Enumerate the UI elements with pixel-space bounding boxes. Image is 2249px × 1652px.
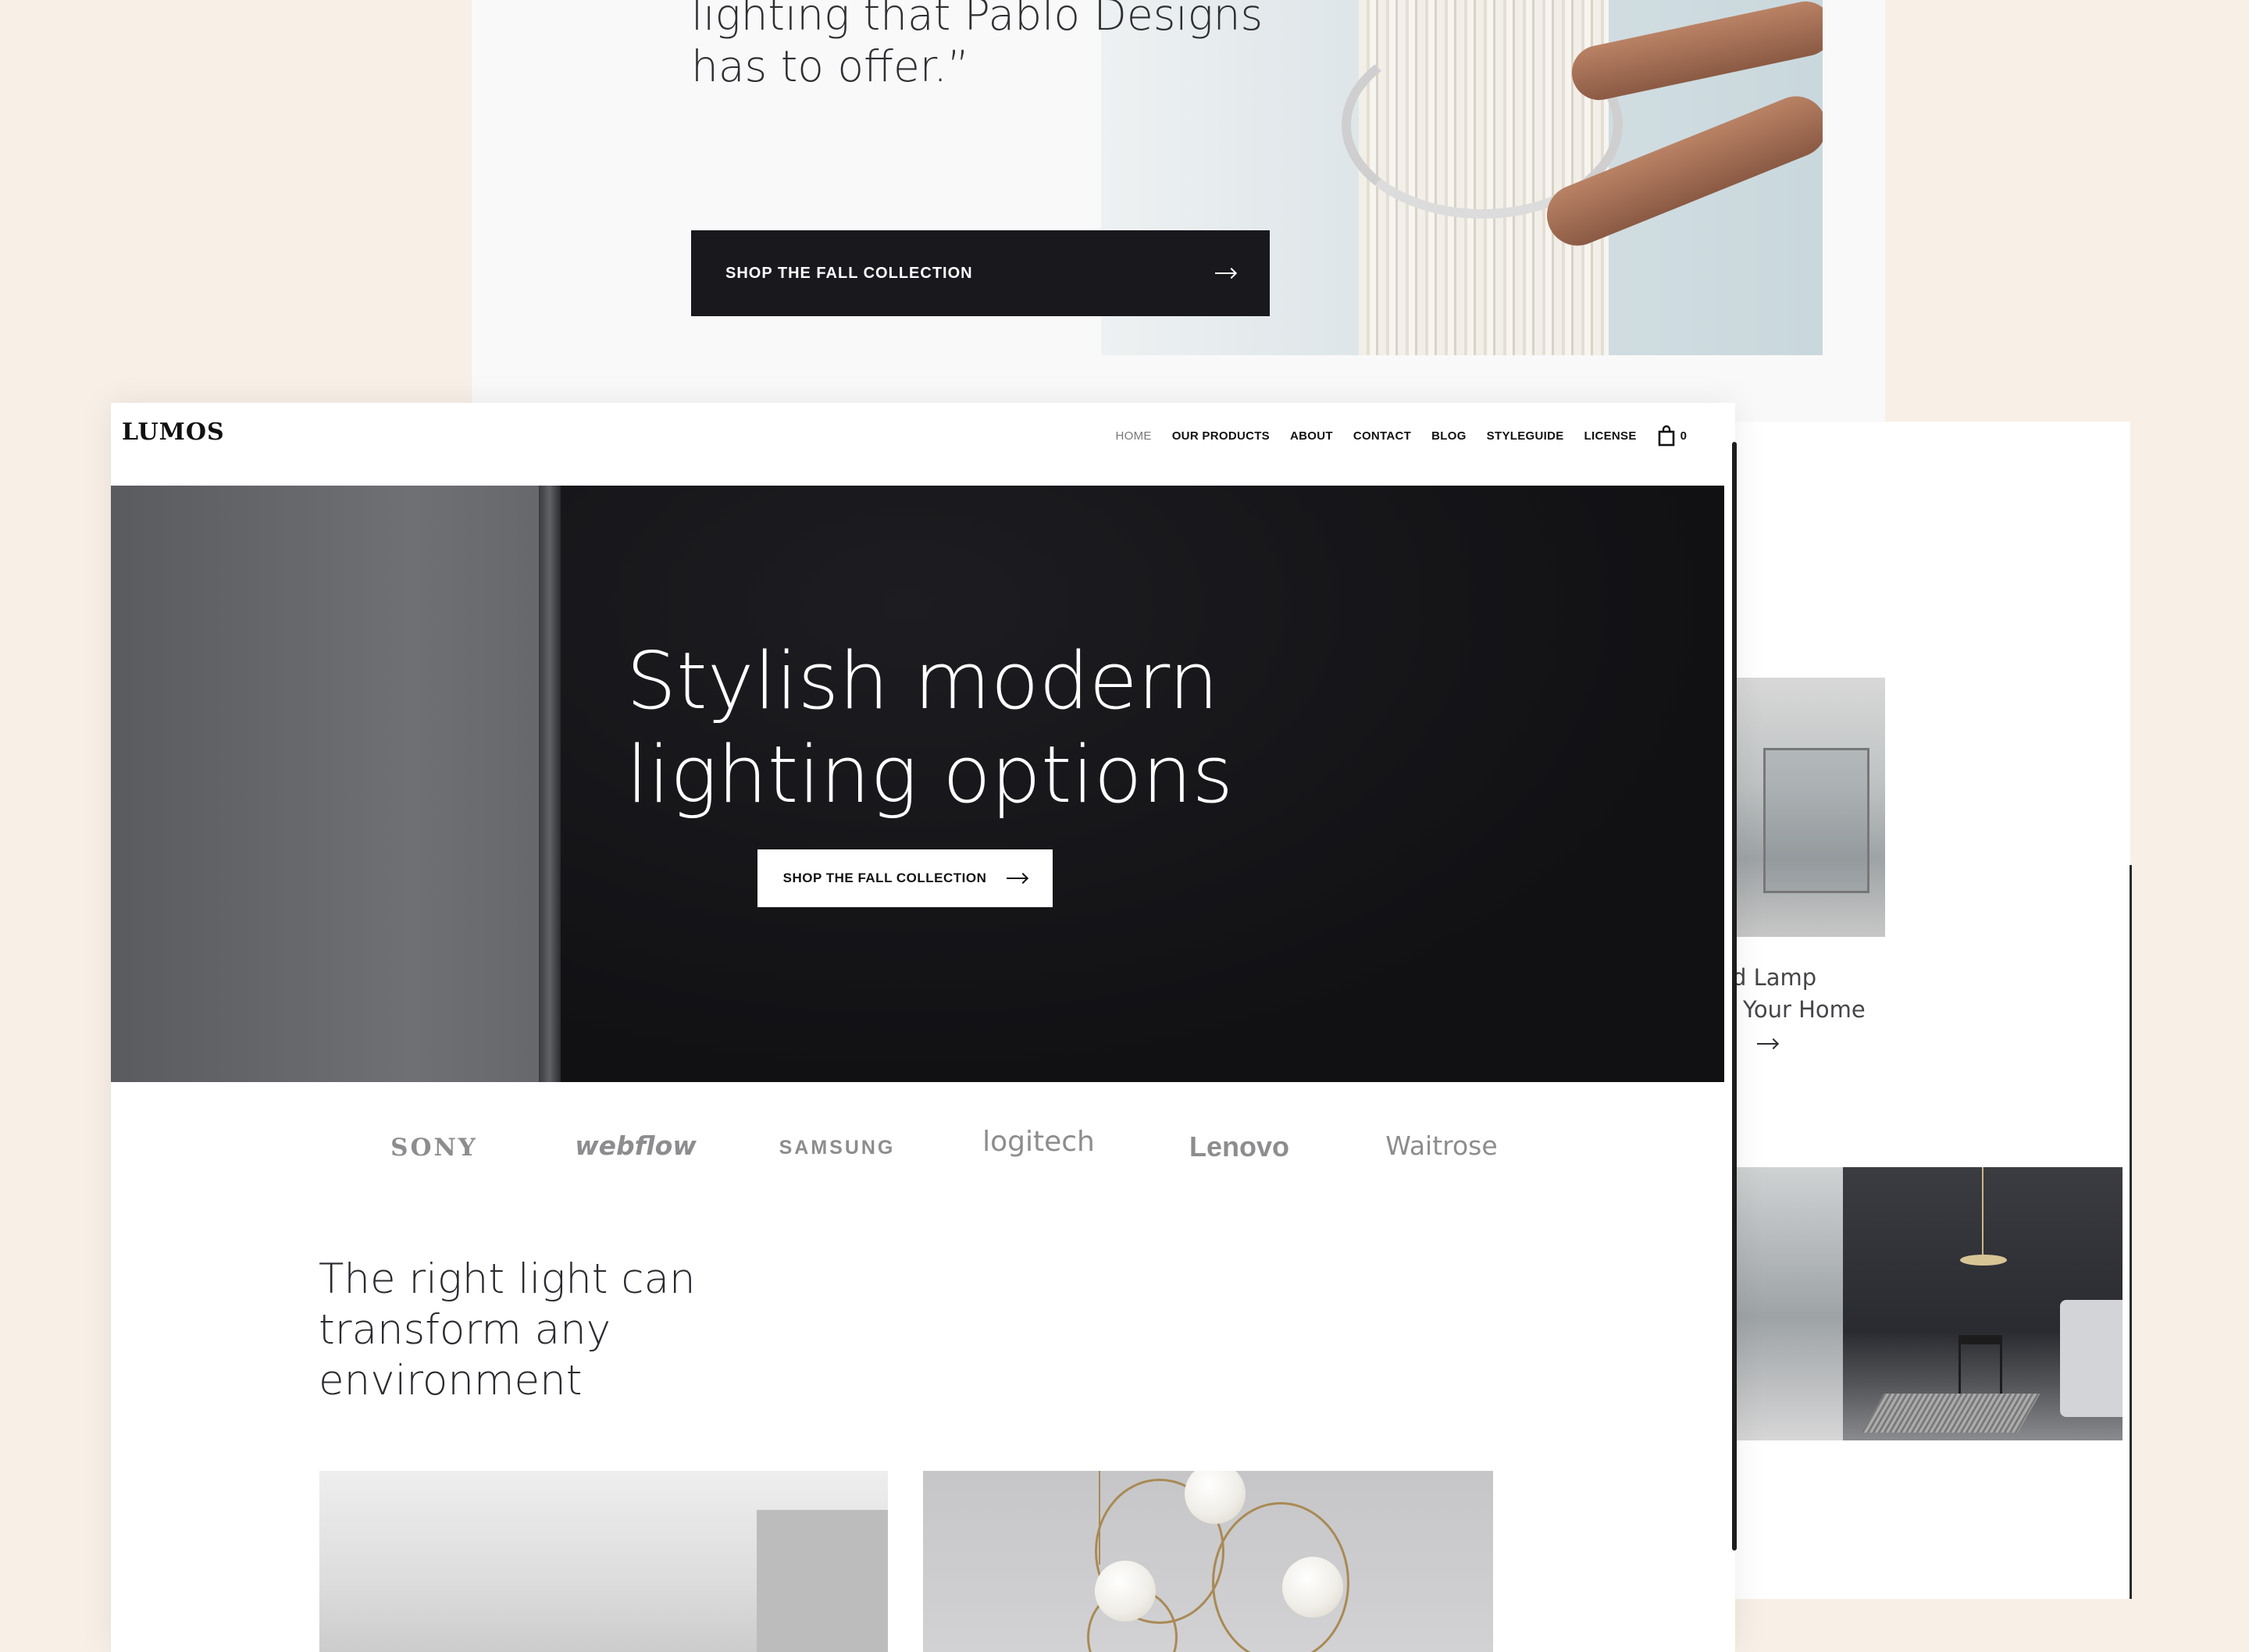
nav-styleguide[interactable]: STYLEGUIDE <box>1487 429 1564 443</box>
testimonial-quote: lighting that Pablo Designs has to offer… <box>691 0 1264 91</box>
cart-count: 0 <box>1680 429 1687 443</box>
waitrose-logo: Waitrose <box>1385 1130 1498 1161</box>
bed <box>2060 1300 2122 1417</box>
section-title: The right light can transform any enviro… <box>319 1255 696 1405</box>
nav-about[interactable]: ABOUT <box>1290 429 1333 443</box>
nav-blog[interactable]: BLOG <box>1431 429 1467 443</box>
arrow-right-icon <box>1757 1043 1777 1045</box>
client-logos: SONY webflow SAMSUNG logitech Lenovo Wai… <box>348 1123 1676 1177</box>
sony-logo: SONY <box>390 1134 478 1162</box>
bedroom-pendant-photo <box>1732 1167 2122 1440</box>
product-link-arrow[interactable] <box>1757 1035 1785 1052</box>
hero-title: Stylish modern lighting options <box>626 635 1234 821</box>
arrow-right-icon <box>1215 272 1235 274</box>
products-preview-section: d Lamp Your Home <box>1732 422 2130 1599</box>
nav-home[interactable]: HOME <box>1116 429 1152 443</box>
product-title-line-2: Your Home <box>1743 996 1866 1023</box>
nav-our-products[interactable]: OUR PRODUCTS <box>1172 429 1270 443</box>
product-card-title: d Lamp Your Home <box>1732 962 1866 1026</box>
hero-banner: Stylish modern lighting options SHOP THE… <box>111 486 1724 1082</box>
samsung-logo: SAMSUNG <box>779 1137 896 1159</box>
globe-pendant-image[interactable] <box>923 1471 1493 1652</box>
webflow-logo: webflow <box>575 1130 697 1161</box>
glass-wall <box>1763 748 1869 893</box>
rug <box>1861 1394 2040 1433</box>
shopping-bag-icon <box>1658 425 1674 447</box>
pendant-cord <box>1982 1167 1983 1261</box>
interior-corridor-photo <box>1732 678 1885 937</box>
logitech-logo: logitech <box>982 1126 1095 1158</box>
glass-globe <box>1095 1561 1156 1622</box>
featured-collection-section: lighting that Pablo Designs has to offer… <box>472 0 1885 422</box>
scrollbar[interactable] <box>1732 442 1737 1551</box>
shop-fall-collection-button[interactable]: SHOP THE FALL COLLECTION <box>691 230 1270 316</box>
nav-links: HOME OUR PRODUCTS ABOUT CONTACT BLOG STY… <box>1116 425 1687 447</box>
photo-left-panel <box>1732 1167 1843 1440</box>
hero-shop-fall-collection-button[interactable]: SHOP THE FALL COLLECTION <box>757 849 1053 907</box>
nav-contact[interactable]: CONTACT <box>1353 429 1411 443</box>
top-navigation: LUMOS HOME OUR PRODUCTS ABOUT CONTACT BL… <box>111 403 1735 486</box>
nav-license[interactable]: LICENSE <box>1584 429 1637 443</box>
window-edge <box>2130 865 2132 1599</box>
hero-gray-panel <box>111 486 539 1082</box>
shop-fall-collection-label: SHOP THE FALL COLLECTION <box>725 264 973 282</box>
wall-shadow <box>757 1510 888 1652</box>
hero-divider <box>539 486 561 1082</box>
glass-globe <box>1282 1557 1343 1618</box>
arrow-right-icon <box>1007 878 1028 879</box>
site-logo[interactable]: LUMOS <box>122 418 225 446</box>
room-interior-image[interactable] <box>319 1471 888 1652</box>
pendant-shade <box>1960 1255 2007 1266</box>
hero-cta-label: SHOP THE FALL COLLECTION <box>782 871 987 885</box>
homepage-window: LUMOS HOME OUR PRODUCTS ABOUT CONTACT BL… <box>111 403 1735 1652</box>
cart-button[interactable]: 0 <box>1657 425 1687 447</box>
lenovo-logo: Lenovo <box>1189 1130 1289 1162</box>
product-title-line-1: d Lamp <box>1732 964 1817 991</box>
